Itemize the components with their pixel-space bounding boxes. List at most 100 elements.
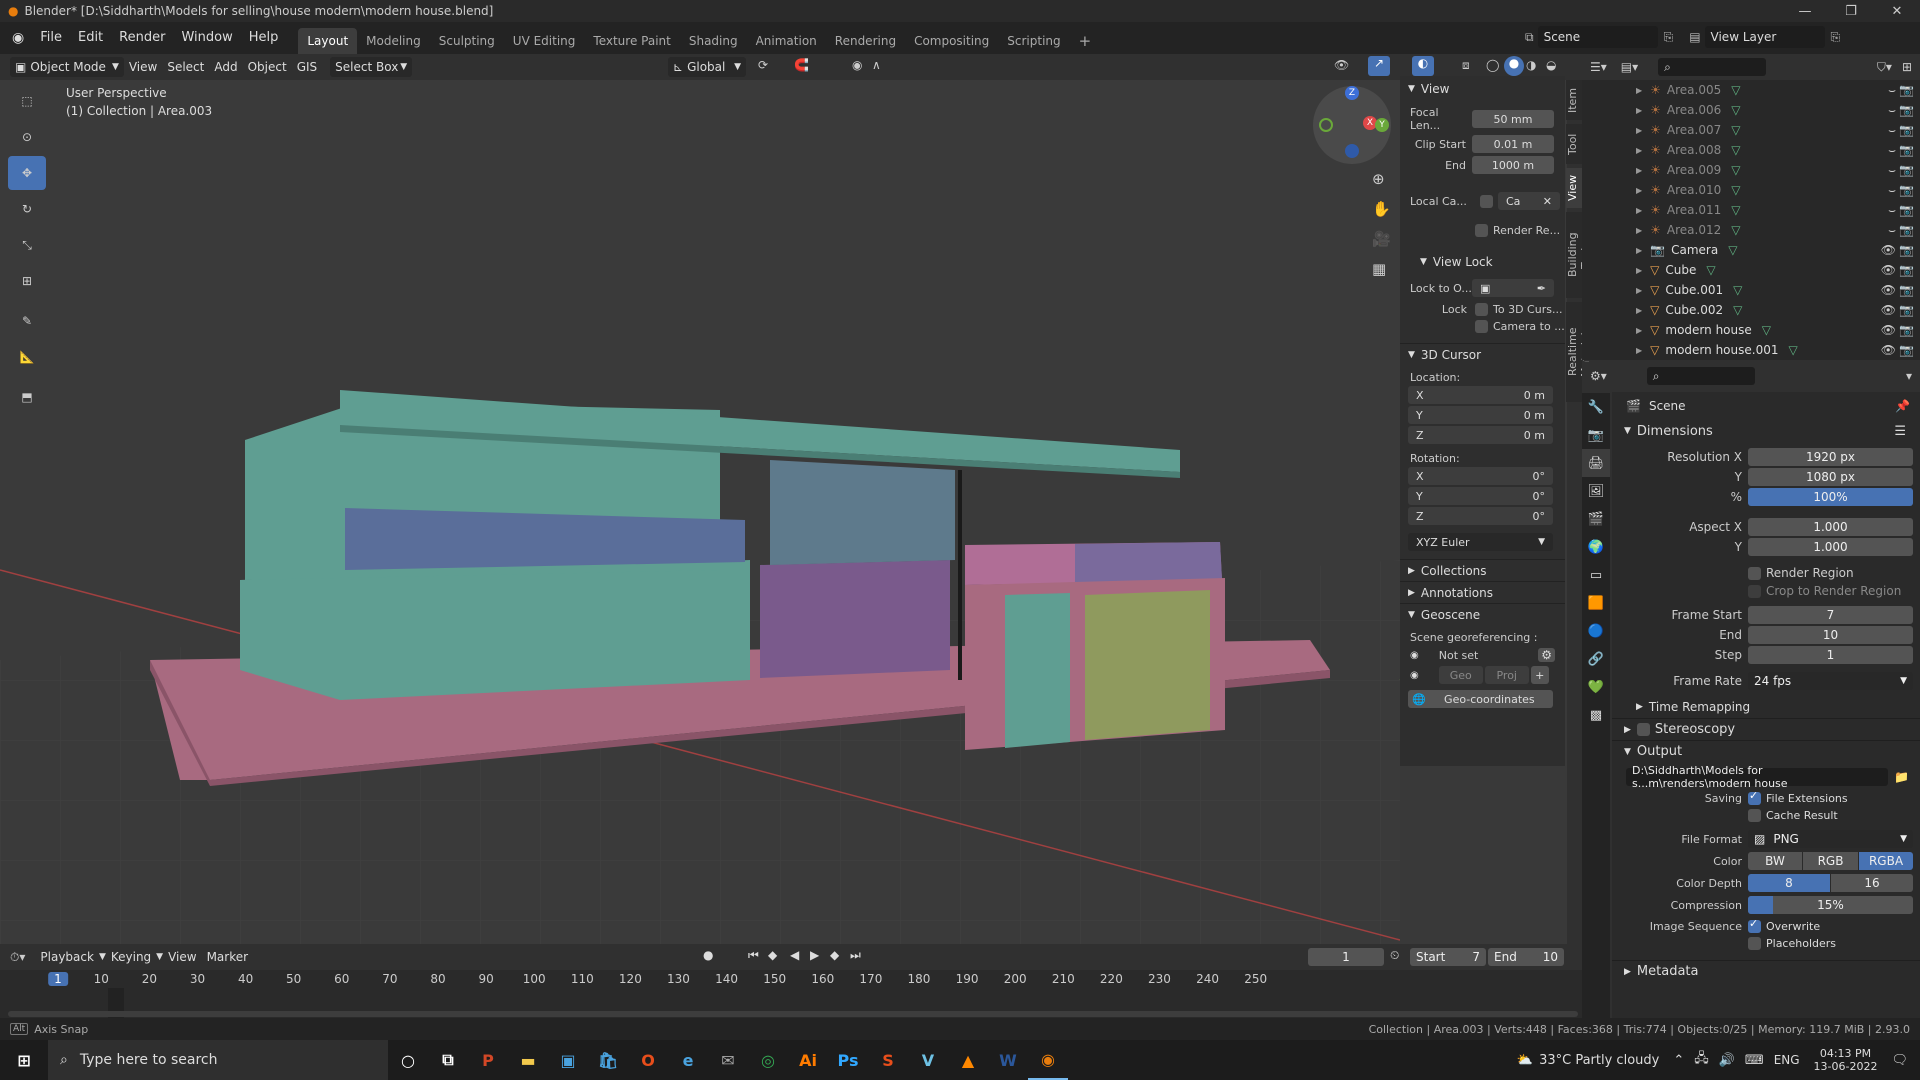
render-tab-icon[interactable]: 📷 [1582, 421, 1610, 449]
outliner-row[interactable]: ▶ ☀ Area.009 ▽ ⌣ 📷 [1582, 160, 1920, 180]
ortho-grid-icon[interactable]: ▦ [1372, 260, 1386, 278]
frame-step-field[interactable]: 1 [1748, 646, 1913, 664]
visibility-eye-icon[interactable]: ⌣ [1888, 163, 1896, 178]
3d-cursor-header[interactable]: ▼ 3D Cursor [1400, 343, 1565, 365]
current-frame-field[interactable]: 1 [1308, 948, 1384, 966]
add-crs-icon[interactable]: + [1530, 666, 1549, 684]
cursor-rotation-y[interactable]: Y 0° [1408, 487, 1553, 505]
mail-icon[interactable]: ✉ [708, 1040, 748, 1080]
rendered-shading-icon[interactable]: ◒ [1546, 58, 1556, 72]
placeholders-checkbox[interactable] [1748, 937, 1761, 950]
time-remapping-header[interactable]: ▶ Time Remapping [1612, 696, 1920, 718]
minimize-icon[interactable]: — [1782, 0, 1828, 22]
stereoscopy-checkbox[interactable] [1636, 723, 1650, 736]
render-camera-icon[interactable]: 📷 [1899, 323, 1914, 337]
lock-cursor-checkbox[interactable] [1475, 303, 1488, 316]
cursor-location-y[interactable]: Y0 m [1408, 406, 1553, 424]
cursor-location-x[interactable]: X0 m [1408, 386, 1553, 404]
frame-end-field[interactable]: 10 [1748, 626, 1913, 644]
expand-chevron-icon[interactable]: ▶ [1636, 126, 1642, 135]
task-view-icon[interactable]: ⧉ [428, 1040, 468, 1080]
view-lock-header[interactable]: ▼ View Lock [1400, 251, 1565, 273]
local-camera-checkbox[interactable] [1480, 194, 1493, 208]
add-cube-tool-icon[interactable]: ⬒ [8, 380, 46, 414]
photoshop-icon[interactable]: Ps [828, 1040, 868, 1080]
geo-coordinates-button[interactable]: 🌐 Geo-coordinates [1408, 690, 1553, 708]
render-region-checkbox[interactable] [1475, 224, 1488, 237]
tab-uv-editing[interactable]: UV Editing [504, 28, 585, 54]
outliner-row[interactable]: ▶ 📷 Camera ▽ 👁 📷 [1582, 240, 1920, 260]
euler-dropdown[interactable]: XYZ Euler ▼ [1408, 533, 1553, 551]
expand-chevron-icon[interactable]: ▶ [1636, 86, 1642, 95]
move-tool-icon[interactable]: ✥ [8, 156, 46, 190]
outliner-row[interactable]: ▶ ▽ modern house ▽ 👁 📷 [1582, 320, 1920, 340]
clip-end-field[interactable]: 1000 m [1472, 156, 1554, 174]
outliner-row[interactable]: ▶ ☀ Area.012 ▽ ⌣ 📷 [1582, 220, 1920, 240]
menu-view[interactable]: View [163, 947, 201, 967]
depth-16-button[interactable]: 16 [1831, 874, 1913, 892]
notifications-icon[interactable]: 🗨 [1891, 1053, 1908, 1068]
modifier-tab-icon[interactable]: 🔵 [1582, 617, 1610, 645]
outliner-row[interactable]: ▶ ☀ Area.010 ▽ ⌣ 📷 [1582, 180, 1920, 200]
render-camera-icon[interactable]: 📷 [1899, 163, 1914, 177]
expand-chevron-icon[interactable]: ▶ [1636, 286, 1642, 295]
color-rgb-button[interactable]: RGB [1803, 852, 1858, 870]
new-collection-icon[interactable]: ⊞ [1902, 60, 1912, 74]
gizmo-neg-z-icon[interactable] [1345, 144, 1359, 158]
new-view-layer-icon[interactable]: ⎘ [1831, 30, 1841, 45]
local-camera-field[interactable]: Ca ✕ [1498, 192, 1560, 210]
visibility-eye-icon[interactable]: 👁 [1881, 263, 1896, 277]
color-bw-button[interactable]: BW [1748, 852, 1802, 870]
npanel-tab-building-tools[interactable]: Building Tools [1566, 212, 1592, 298]
render-camera-icon[interactable]: 📷 [1899, 223, 1914, 237]
menu-help[interactable]: Help [241, 25, 287, 51]
npanel-tab-view[interactable]: View [1566, 168, 1582, 208]
outliner-row[interactable]: ▶ ☀ Area.006 ▽ ⌣ 📷 [1582, 100, 1920, 120]
outliner-search-input[interactable]: ⌕ [1658, 58, 1767, 76]
tab-layout[interactable]: Layout [298, 28, 358, 54]
tab-modeling[interactable]: Modeling [357, 28, 430, 54]
stereoscopy-header[interactable]: ▶ Stereoscopy [1612, 718, 1920, 740]
annotations-header[interactable]: ▶ Annotations [1400, 581, 1565, 603]
navigation-gizmo[interactable]: Z X Y [1313, 86, 1391, 164]
pan-hand-icon[interactable]: ✋ [1372, 200, 1391, 218]
menu-render[interactable]: Render [111, 25, 173, 51]
properties-search-input[interactable]: ⌕ [1646, 367, 1755, 385]
clock-icon[interactable]: ⏲ [1390, 948, 1399, 963]
proj-button[interactable]: Proj [1484, 666, 1529, 684]
cursor-tool-icon[interactable]: ⊙ [8, 120, 46, 154]
render-camera-icon[interactable]: 📷 [1899, 123, 1914, 137]
expand-chevron-icon[interactable]: ▶ [1636, 146, 1642, 155]
pivot-icon[interactable]: ⟳ [758, 58, 768, 72]
menu-file[interactable]: File [32, 25, 70, 51]
cortana-icon[interactable]: ○ [388, 1040, 428, 1080]
visibility-eye-icon[interactable]: 👁 [1881, 303, 1896, 317]
orientation-dropdown[interactable]: ⊾ Global ▼ [668, 57, 746, 77]
expand-chevron-icon[interactable]: ▶ [1636, 166, 1642, 175]
properties-editor-icon[interactable]: ⚙▾ [1590, 369, 1607, 383]
render-camera-icon[interactable]: 📷 [1899, 263, 1914, 277]
render-camera-icon[interactable]: 📷 [1899, 103, 1914, 117]
visibility-eye-icon[interactable]: ⌣ [1888, 203, 1896, 218]
outliner-row[interactable]: ▶ ☀ Area.005 ▽ ⌣ 📷 [1582, 80, 1920, 100]
render-camera-icon[interactable]: 📷 [1899, 183, 1914, 197]
volume-icon[interactable]: 🔊 [1719, 1053, 1735, 1068]
snap-icon[interactable]: 🧲 [794, 58, 809, 72]
expand-chevron-icon[interactable]: ▶ [1636, 226, 1642, 235]
file-explorer-icon[interactable]: ▬ [508, 1040, 548, 1080]
cache-result-checkbox[interactable] [1748, 809, 1761, 822]
gizmo-neg-y-icon[interactable] [1319, 118, 1333, 132]
file-extensions-checkbox[interactable] [1748, 789, 1761, 805]
new-scene-icon[interactable]: ⎘ [1664, 30, 1674, 45]
npanel-tab-tool[interactable]: Tool [1566, 124, 1582, 164]
play-reverse-icon[interactable]: ◀ [790, 948, 799, 962]
visibility-eye-icon[interactable]: 👁 [1881, 243, 1896, 257]
play-icon[interactable]: ▶ [810, 948, 819, 962]
menu-select[interactable]: Select [162, 57, 209, 77]
menu-keying[interactable]: Keying [106, 947, 156, 967]
weather-text[interactable]: 33°C Partly cloudy [1539, 1053, 1659, 1068]
select-tool-icon[interactable]: ⬚ [8, 84, 46, 118]
sketchup-icon[interactable]: S [868, 1040, 908, 1080]
measure-tool-icon[interactable]: 📐 [8, 340, 46, 374]
geo-button[interactable]: Geo [1438, 666, 1483, 684]
